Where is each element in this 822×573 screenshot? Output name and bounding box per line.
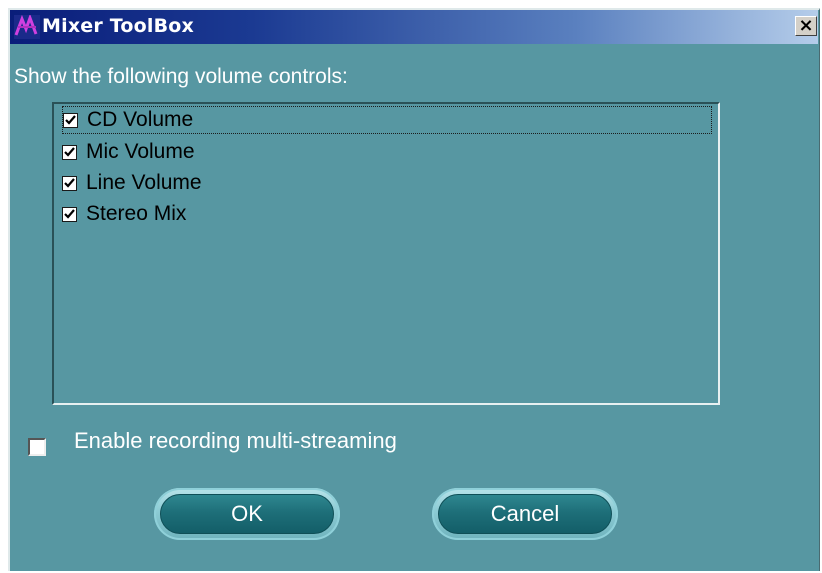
volume-controls-list[interactable]: CD Volume Mic Volume Line Volume Stereo …: [52, 102, 720, 405]
cancel-button[interactable]: Cancel: [432, 488, 618, 540]
multistreaming-option[interactable]: Enable recording multi-streaming: [28, 428, 397, 460]
checkbox-cd-volume[interactable]: [63, 112, 78, 128]
checkbox-stereo-mix[interactable]: [62, 206, 77, 222]
list-item-mic-volume[interactable]: Mic Volume: [62, 138, 195, 166]
close-button[interactable]: ×: [795, 16, 817, 36]
checkmark-icon: [64, 208, 75, 219]
close-icon: ×: [798, 15, 814, 36]
checkbox-mic-volume[interactable]: [62, 144, 77, 160]
mixer-app-icon: [14, 15, 40, 39]
checkmark-icon: [64, 177, 75, 188]
checkmark-icon: [64, 146, 75, 157]
window-title: Mixer ToolBox: [42, 15, 194, 37]
cancel-button-label: Cancel: [438, 494, 612, 534]
title-bar[interactable]: Mixer ToolBox ×: [10, 10, 818, 44]
volume-controls-prompt: Show the following volume controls:: [14, 65, 348, 88]
list-item-stereo-mix[interactable]: Stereo Mix: [62, 200, 186, 228]
multistreaming-checkbox[interactable]: [28, 438, 46, 456]
list-item-label: Mic Volume: [86, 140, 195, 163]
mixer-toolbox-window: Mixer ToolBox × Show the following volum…: [8, 8, 820, 571]
list-item-label: CD Volume: [87, 108, 194, 131]
ok-button[interactable]: OK: [154, 488, 340, 540]
ok-button-label: OK: [160, 494, 334, 534]
list-item-cd-volume[interactable]: CD Volume: [62, 106, 712, 134]
list-item-label: Stereo Mix: [86, 202, 187, 225]
list-item-line-volume[interactable]: Line Volume: [62, 169, 202, 197]
list-item-label: Line Volume: [86, 171, 202, 194]
checkmark-icon: [65, 114, 76, 125]
multistreaming-label: Enable recording multi-streaming: [74, 428, 397, 453]
checkbox-line-volume[interactable]: [62, 175, 77, 191]
